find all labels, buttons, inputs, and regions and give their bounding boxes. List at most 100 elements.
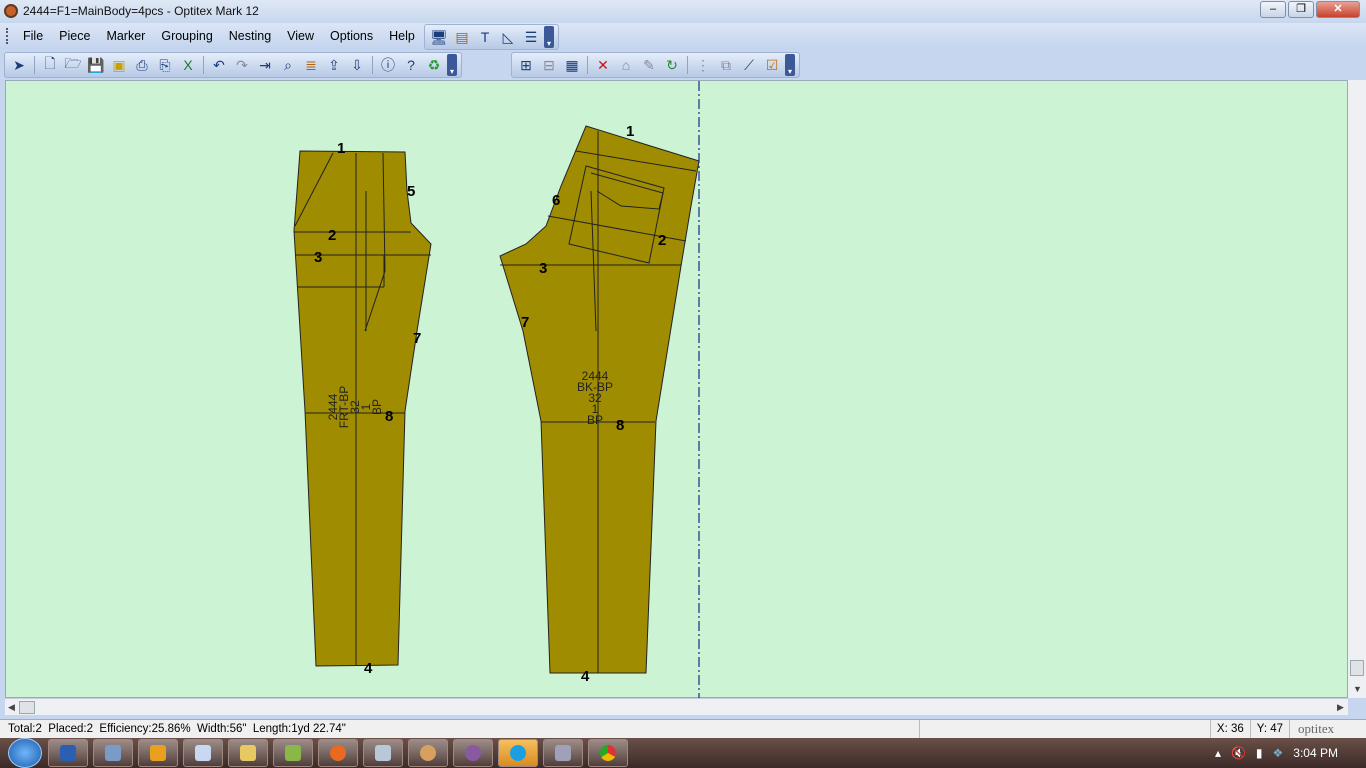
taskbar-paint[interactable] [273, 739, 313, 767]
toolbar-options-button[interactable]: ▾ [447, 54, 457, 76]
taskbar-firefox[interactable] [318, 739, 358, 767]
notch-label: 3 [314, 249, 322, 266]
open-icon[interactable]: 🗁 [63, 55, 83, 75]
import-icon[interactable]: ⇥ [255, 55, 275, 75]
taskbar-optitex[interactable] [453, 739, 493, 767]
overlay-icon[interactable]: ⧉ [716, 55, 736, 75]
notch-label: 5 [407, 183, 415, 200]
ruler-icon[interactable]: ◺ [498, 27, 518, 47]
notch-label: 8 [616, 417, 624, 434]
toolbar-options-button[interactable]: ▾ [785, 54, 795, 76]
notch-label: 2 [658, 232, 666, 249]
menu-piece[interactable]: Piece [51, 29, 98, 43]
menu-help[interactable]: Help [381, 29, 423, 43]
notch-label: 7 [521, 314, 529, 331]
report-icon[interactable]: ≣ [301, 55, 321, 75]
taskbar-chrome[interactable] [588, 739, 628, 767]
signal-icon[interactable]: ▮ [1256, 746, 1263, 760]
app-icon[interactable] [4, 4, 18, 18]
minimize-button[interactable]: – [1260, 1, 1286, 18]
align-icon[interactable]: ⋮ [693, 55, 713, 75]
marker-canvas[interactable]: 1 2 3 4 5 7 8 1 2 3 4 6 7 8 2444 FRT-BP … [5, 80, 1348, 699]
recycle-icon[interactable]: ♻ [424, 55, 444, 75]
show-hidden-icons[interactable]: ▴ [1215, 746, 1221, 760]
menu-nesting[interactable]: Nesting [221, 29, 279, 43]
notch-label: 3 [539, 260, 547, 277]
piece-label: BP [587, 413, 603, 427]
notch-label: 6 [552, 192, 560, 209]
piece-label: BP [370, 399, 384, 415]
dropbox-icon[interactable]: ❖ [1273, 746, 1284, 760]
delete-icon[interactable]: ✕ [593, 55, 613, 75]
redo-icon[interactable]: ↷ [232, 55, 252, 75]
restore-button[interactable]: ❐ [1288, 1, 1314, 18]
scroll-thumb[interactable] [19, 701, 35, 714]
menu-file[interactable]: File [15, 29, 51, 43]
menu-options[interactable]: Options [322, 29, 381, 43]
start-button[interactable] [8, 738, 42, 768]
taskbar-explorer[interactable] [93, 739, 133, 767]
scroll-left-button[interactable]: ◀ [8, 702, 15, 713]
nest-icon[interactable]: ▦ [562, 55, 582, 75]
view-toolbar: 🖥 ▤ T ◺ ☰ ▾ [424, 24, 559, 50]
y-coordinate: Y: 47 [1251, 720, 1290, 738]
clock[interactable]: 3:04 PM [1293, 746, 1338, 760]
notch-label: 4 [581, 668, 590, 685]
piece-toolbar: ⊞ ⊟ ▦ ✕ ⌂ ✎ ↻ ⋮ ⧉ ⟋ ☑ ▾ [511, 52, 800, 78]
menu-view[interactable]: View [279, 29, 322, 43]
upload-icon[interactable]: ⇪ [324, 55, 344, 75]
taskbar-cloud[interactable] [183, 739, 223, 767]
select-icon[interactable]: ➤ [9, 55, 29, 75]
download-icon[interactable]: ⇩ [347, 55, 367, 75]
main-toolbar: ➤ 🗋 🗁 💾 ▣ ⎙ ⎘ X ↶ ↷ ⇥ ⌕ ≣ ⇪ ⇩ ⓘ ? ♻ ▾ [4, 52, 462, 78]
info-icon[interactable]: ⓘ [378, 55, 398, 75]
notch-label: 1 [337, 140, 345, 157]
scroll-down-button[interactable]: ▼ [1353, 684, 1362, 694]
ungroup-icon[interactable]: ⊟ [539, 55, 559, 75]
measure-icon[interactable]: ⟋ [739, 55, 759, 75]
undo-icon[interactable]: ↶ [209, 55, 229, 75]
find-icon[interactable]: ⌕ [278, 55, 298, 75]
brand-logo: optitex [1298, 721, 1335, 736]
notch-label: 8 [385, 408, 393, 425]
excel-icon[interactable]: X [178, 55, 198, 75]
taskbar-palette[interactable] [408, 739, 448, 767]
refresh-icon[interactable]: ↻ [662, 55, 682, 75]
taskbar-outlook[interactable] [138, 739, 178, 767]
save-icon[interactable]: 💾 [86, 55, 106, 75]
list-icon[interactable]: ☰ [521, 27, 541, 47]
help-icon[interactable]: ? [401, 55, 421, 75]
window-title: 2444=F1=MainBody=4pcs - Optitex Mark 12 [23, 4, 259, 18]
taskbar-folder[interactable] [228, 739, 268, 767]
taskbar-word[interactable] [48, 739, 88, 767]
taskbar-device[interactable] [543, 739, 583, 767]
check-icon[interactable]: ☑ [762, 55, 782, 75]
horizontal-scrollbar[interactable]: ◀ ▶ [5, 698, 1348, 715]
taskbar: ▴ 🔇 ▮ ❖ 3:04 PM [0, 738, 1366, 768]
plot-icon[interactable]: ⎘ [155, 55, 175, 75]
print-icon[interactable]: ⎙ [132, 55, 152, 75]
note-icon[interactable]: ▤ [452, 27, 472, 47]
monitor-icon[interactable]: 🖥 [429, 27, 449, 47]
scroll-thumb[interactable] [1350, 660, 1364, 676]
grip-handle[interactable] [6, 28, 9, 44]
toolbar-options-button[interactable]: ▾ [544, 26, 554, 48]
volume-muted-icon[interactable]: 🔇 [1231, 746, 1246, 760]
close-button[interactable]: ✕ [1316, 1, 1360, 18]
taskbar-calculator[interactable] [363, 739, 403, 767]
text-icon[interactable]: T [475, 27, 495, 47]
x-coordinate: X: 36 [1211, 720, 1251, 738]
group-icon[interactable]: ⊞ [516, 55, 536, 75]
menu-grouping[interactable]: Grouping [153, 29, 220, 43]
marker-summary: Total:2 Placed:2 Efficiency:25.86% Width… [8, 723, 346, 735]
export-icon[interactable]: ▣ [109, 55, 129, 75]
new-icon[interactable]: 🗋 [40, 55, 60, 75]
scroll-right-button[interactable]: ▶ [1337, 702, 1344, 713]
menu-marker[interactable]: Marker [98, 29, 153, 43]
taskbar-skype[interactable] [498, 739, 538, 767]
title-bar: 2444=F1=MainBody=4pcs - Optitex Mark 12 … [0, 0, 1366, 22]
edit-icon[interactable]: ✎ [639, 55, 659, 75]
vertical-scrollbar[interactable]: ▼ [1348, 80, 1366, 698]
notch-label: 4 [364, 660, 373, 677]
lock-icon[interactable]: ⌂ [616, 55, 636, 75]
